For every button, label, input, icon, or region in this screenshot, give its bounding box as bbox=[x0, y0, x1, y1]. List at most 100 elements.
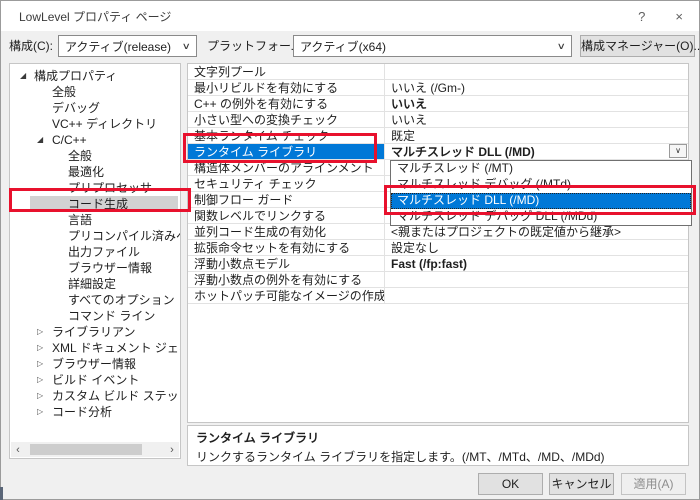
tree-item-label: 最適化 bbox=[68, 165, 105, 179]
collapsed-arrow-icon[interactable]: ▷ bbox=[37, 372, 43, 388]
dropdown-option[interactable]: マルチスレッド デバッグ DLL (/MDd) bbox=[391, 209, 691, 225]
tree-item[interactable]: ▷ コード分析 bbox=[10, 404, 180, 420]
background-window-sliver bbox=[0, 487, 3, 500]
property-name[interactable]: 並列コード生成の有効化 bbox=[188, 224, 385, 240]
tree-item-label: 全般 bbox=[52, 85, 77, 99]
value-dropdown-button[interactable]: ∨ bbox=[669, 144, 687, 158]
tree-item[interactable]: 全般 bbox=[10, 148, 180, 164]
expanded-arrow-icon[interactable]: ◢ bbox=[20, 68, 26, 84]
ok-button[interactable]: OK bbox=[478, 473, 543, 495]
property-name[interactable]: 小さい型への変換チェック bbox=[188, 112, 385, 128]
tree-item[interactable]: すべてのオプション bbox=[10, 292, 180, 308]
dropdown-option[interactable]: マルチスレッド (/MT) bbox=[391, 161, 691, 177]
tree-item[interactable]: 全般 bbox=[10, 84, 180, 100]
property-value[interactable]: <親またはプロジェクトの既定値から継承> bbox=[385, 224, 688, 240]
property-name[interactable]: 浮動小数点モデル bbox=[188, 256, 385, 272]
tree-item-label: ビルド イベント bbox=[52, 373, 140, 387]
cancel-button[interactable]: キャンセル bbox=[549, 473, 614, 495]
tree-item[interactable]: コマンド ライン bbox=[10, 308, 180, 324]
collapsed-arrow-icon[interactable]: ▷ bbox=[37, 324, 43, 340]
tree-item[interactable]: 言語 bbox=[10, 212, 180, 228]
tree-item[interactable]: ▷ XML ドキュメント ジェネレーター bbox=[10, 340, 180, 356]
tree-item[interactable]: ◢ 構成プロパティ bbox=[10, 68, 180, 84]
chevron-down-icon: ∨ bbox=[182, 40, 192, 51]
expanded-arrow-icon[interactable]: ◢ bbox=[37, 132, 43, 148]
tree-item-label: 詳細設定 bbox=[68, 277, 117, 291]
property-name[interactable]: ホットパッチ可能なイメージの作成 bbox=[188, 288, 385, 304]
property-name[interactable]: 拡張命令セットを有効にする bbox=[188, 240, 385, 256]
property-name[interactable]: 関数レベルでリンクする bbox=[188, 208, 385, 224]
property-row: 小さい型への変換チェック いいえ bbox=[188, 112, 688, 128]
property-value[interactable]: 既定 bbox=[385, 128, 688, 144]
configuration-tree-panel: ◢ 構成プロパティ 全般 デバッグ VC++ ディレクトリ ◢ C/C++ 全般 最適化 プリプロ… bbox=[9, 63, 181, 459]
chevron-down-icon: ∨ bbox=[557, 40, 567, 51]
platform-select[interactable]: アクティブ(x64) ∨ bbox=[293, 35, 572, 57]
tree-item[interactable]: ▷ ライブラリアン bbox=[10, 324, 180, 340]
property-name[interactable]: 制御フロー ガード bbox=[188, 192, 385, 208]
scroll-left-arrow-icon[interactable]: ‹ bbox=[11, 444, 25, 456]
tree-item[interactable]: コード生成 bbox=[10, 196, 180, 212]
tree-item[interactable]: VC++ ディレクトリ bbox=[10, 116, 180, 132]
scroll-right-arrow-icon[interactable]: › bbox=[165, 444, 179, 456]
property-name[interactable]: 浮動小数点の例外を有効にする bbox=[188, 272, 385, 288]
configuration-manager-button[interactable]: 構成マネージャー(O)... bbox=[580, 35, 700, 57]
property-description-panel: ランタイム ライブラリ リンクするランタイム ライブラリを指定します。(/MT、… bbox=[187, 425, 689, 466]
tree-item[interactable]: ◢ C/C++ bbox=[10, 132, 180, 148]
tree-item-label: 出力ファイル bbox=[68, 245, 141, 259]
property-row: 浮動小数点モデル Fast (/fp:fast) bbox=[188, 256, 688, 272]
tree-item[interactable]: 最適化 bbox=[10, 164, 180, 180]
collapsed-arrow-icon[interactable]: ▷ bbox=[37, 388, 43, 404]
property-value[interactable]: 設定なし bbox=[385, 240, 688, 256]
tree-item-label: XML ドキュメント ジェネレーター bbox=[52, 341, 180, 355]
tree-horizontal-scrollbar[interactable]: ‹ › bbox=[11, 442, 179, 457]
property-value[interactable] bbox=[385, 272, 688, 288]
property-name[interactable]: 最小リビルドを有効にする bbox=[188, 80, 385, 96]
collapsed-arrow-icon[interactable]: ▷ bbox=[37, 404, 43, 420]
scrollbar-thumb[interactable] bbox=[30, 444, 142, 455]
platform-value: アクティブ(x64) bbox=[300, 39, 387, 54]
tree-item[interactable]: ▷ カスタム ビルド ステップ bbox=[10, 388, 180, 404]
property-value[interactable]: マルチスレッド DLL (/MD) ∨ bbox=[385, 144, 688, 160]
apply-button: 適用(A) bbox=[621, 473, 686, 495]
property-name[interactable]: 文字列プール bbox=[188, 64, 385, 80]
title-bar: LowLevel プロパティ ページ ? × bbox=[1, 1, 699, 31]
tree-item-label: 言語 bbox=[68, 213, 93, 227]
tree-item-label: デバッグ bbox=[52, 101, 101, 115]
close-button[interactable]: × bbox=[675, 9, 683, 24]
description-text: リンクするランタイム ライブラリを指定します。(/MT、/MTd、/MD、/MD… bbox=[196, 450, 605, 464]
tree-item[interactable]: ブラウザー情報 bbox=[10, 260, 180, 276]
property-name[interactable]: C++ の例外を有効にする bbox=[188, 96, 385, 112]
tree-item-label: ブラウザー情報 bbox=[52, 357, 137, 371]
tree-item[interactable]: ▷ ブラウザー情報 bbox=[10, 356, 180, 372]
tree-item-label: VC++ ディレクトリ bbox=[52, 117, 158, 131]
tree-item[interactable]: 出力ファイル bbox=[10, 244, 180, 260]
property-value[interactable]: Fast (/fp:fast) bbox=[385, 256, 688, 272]
tree-item-label: プリコンパイル済みヘッダー bbox=[68, 229, 180, 243]
tree-item-label: 構成プロパティ bbox=[34, 69, 118, 83]
tree-item[interactable]: プリプロセッサ bbox=[10, 180, 180, 196]
property-value[interactable] bbox=[385, 288, 688, 304]
dropdown-option[interactable]: マルチスレッド デバッグ (/MTd) bbox=[391, 177, 691, 193]
property-value[interactable]: いいえ (/Gm-) bbox=[385, 80, 688, 96]
property-value[interactable]: いいえ bbox=[385, 112, 688, 128]
property-pages-dialog: LowLevel プロパティ ページ ? × 構成(C): アクティブ(rele… bbox=[0, 0, 700, 500]
property-name[interactable]: 構造体メンバーのアラインメント bbox=[188, 160, 385, 176]
property-row: 文字列プール bbox=[188, 64, 688, 80]
property-name[interactable]: セキュリティ チェック bbox=[188, 176, 385, 192]
property-value[interactable] bbox=[385, 64, 688, 80]
tree-item[interactable]: プリコンパイル済みヘッダー bbox=[10, 228, 180, 244]
collapsed-arrow-icon[interactable]: ▷ bbox=[37, 340, 43, 356]
property-grid: 文字列プール 最小リビルドを有効にする いいえ (/Gm-) C++ の例外を有効にす… bbox=[187, 63, 689, 423]
property-name[interactable]: 基本ランタイム チェック bbox=[188, 128, 385, 144]
property-row: ランタイム ライブラリ マルチスレッド DLL (/MD) ∨ bbox=[188, 144, 688, 160]
help-button[interactable]: ? bbox=[638, 9, 645, 24]
collapsed-arrow-icon[interactable]: ▷ bbox=[37, 356, 43, 372]
tree-item[interactable]: ▷ ビルド イベント bbox=[10, 372, 180, 388]
tree-item-label: プリプロセッサ bbox=[68, 181, 153, 195]
property-name[interactable]: ランタイム ライブラリ bbox=[188, 144, 385, 160]
dropdown-option[interactable]: マルチスレッド DLL (/MD) bbox=[391, 193, 691, 209]
tree-item[interactable]: デバッグ bbox=[10, 100, 180, 116]
property-value[interactable]: いいえ bbox=[385, 96, 688, 112]
configuration-select[interactable]: アクティブ(release) ∨ bbox=[58, 35, 197, 57]
tree-item[interactable]: 詳細設定 bbox=[10, 276, 180, 292]
